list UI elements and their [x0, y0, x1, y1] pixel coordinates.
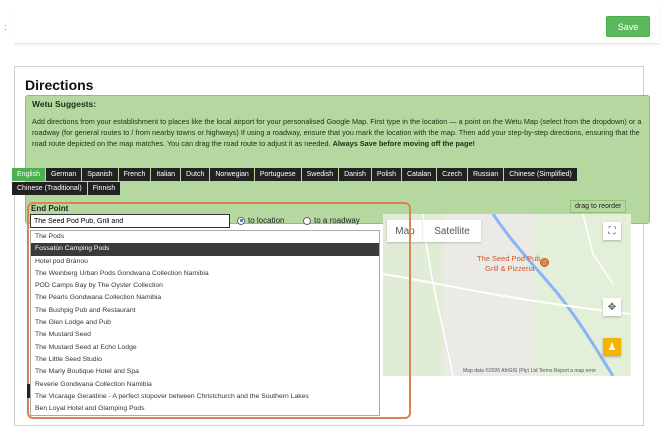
endpoint-label: End Point: [31, 204, 69, 213]
radio-unselected-icon[interactable]: [303, 216, 311, 225]
dropdown-option[interactable]: The Weinberg Urban Pods Gondwana Collect…: [31, 268, 379, 280]
language-tabs: English German Spanish French Italian Dutch No…: [12, 168, 632, 196]
map-attribution: Map data ©2026 AfriGIS (Pty) Ltd Terms R…: [463, 368, 597, 374]
left-marker: :: [4, 22, 7, 32]
dropdown-option[interactable]: Hotel pod Bránou: [31, 256, 379, 268]
tab-language-norwegian[interactable]: Norwegian: [210, 168, 254, 181]
radio-to-location[interactable]: to location: [237, 216, 284, 225]
dropdown-option[interactable]: The Mustard Seed: [31, 329, 379, 341]
dropdown-option[interactable]: The Mustard Seed at Echo Lodge: [31, 342, 379, 354]
tab-language-portuguese[interactable]: Portuguese: [254, 168, 301, 181]
top-bar: Save: [14, 6, 660, 44]
dropdown-option[interactable]: The Marly Boutique Hotel and Spa: [31, 366, 379, 378]
pan-control-icon[interactable]: ✥: [603, 298, 621, 316]
map-view[interactable]: Map Satellite ⛶ ✥ ♟ The Seed Pod Pub, Gr…: [383, 214, 631, 376]
suggestion-title: Wetu Suggests:: [32, 99, 97, 109]
dropdown-option[interactable]: Fossatún Camping Pods: [31, 243, 379, 256]
tab-language-finnish[interactable]: Finnish: [87, 182, 121, 195]
restaurant-pin-icon[interactable]: 🍴: [540, 258, 549, 267]
dropdown-option[interactable]: The Vicarage Geraldine - A perfect stopo…: [31, 391, 379, 403]
scroll-indicator: [27, 384, 30, 398]
dropdown-option[interactable]: The Pearls Gondwana Collection Namibia: [31, 292, 379, 304]
tab-language-czech[interactable]: Czech: [437, 168, 467, 181]
tab-language-italian[interactable]: Italian: [151, 168, 181, 181]
dropdown-option[interactable]: Reverie Gondwana Collection Namibia: [31, 379, 379, 391]
dropdown-option[interactable]: POD Camps Bay by The Oyster Collection: [31, 280, 379, 292]
tab-language-swedish[interactable]: Swedish: [301, 168, 339, 181]
tab-language-chinese-simplified[interactable]: Chinese (Simplified): [504, 168, 577, 181]
map-type-satellite-tab[interactable]: Satellite: [423, 220, 481, 242]
street-view-pegman-icon[interactable]: ♟: [603, 338, 621, 356]
tab-language-chinese-traditional[interactable]: Chinese (Traditional): [12, 182, 87, 195]
dropdown-option[interactable]: The Little Seed Studio: [31, 354, 379, 366]
tab-language-danish[interactable]: Danish: [339, 168, 371, 181]
page-title: Directions: [25, 77, 94, 93]
endpoint-input[interactable]: [30, 214, 230, 228]
tab-language-russian[interactable]: Russian: [467, 168, 504, 181]
tab-language-polish[interactable]: Polish: [371, 168, 401, 181]
dropdown-option[interactable]: The Glen Lodge and Pub: [31, 317, 379, 329]
radio-to-roadway[interactable]: to a roadway: [303, 216, 360, 225]
dropdown-option[interactable]: Ben Loyal Hotel and Glamping Pods: [31, 403, 379, 415]
suggestion-warning: Always Save before moving off the page!: [332, 139, 475, 148]
save-button[interactable]: Save: [606, 16, 650, 37]
radio-selected-icon[interactable]: [237, 216, 245, 225]
dropdown-option[interactable]: The Bushpig Pub and Restaurant: [31, 305, 379, 317]
dropdown-option[interactable]: The Pods: [31, 231, 379, 243]
tab-language-catalan[interactable]: Catalan: [401, 168, 437, 181]
autocomplete-dropdown: The Pods Fossatún Camping Pods Hotel pod B…: [30, 230, 380, 416]
fullscreen-icon[interactable]: ⛶: [603, 222, 621, 240]
tab-language-english[interactable]: English: [12, 168, 45, 181]
place-label: The Seed Pod Pub, Grill & Pizzeria: [477, 254, 543, 273]
tab-language-german[interactable]: German: [45, 168, 82, 181]
tab-language-french[interactable]: French: [118, 168, 151, 181]
tab-language-dutch[interactable]: Dutch: [181, 168, 210, 181]
tab-language-spanish[interactable]: Spanish: [82, 168, 118, 181]
drag-to-reorder-handle[interactable]: drag to reorder: [570, 200, 627, 213]
